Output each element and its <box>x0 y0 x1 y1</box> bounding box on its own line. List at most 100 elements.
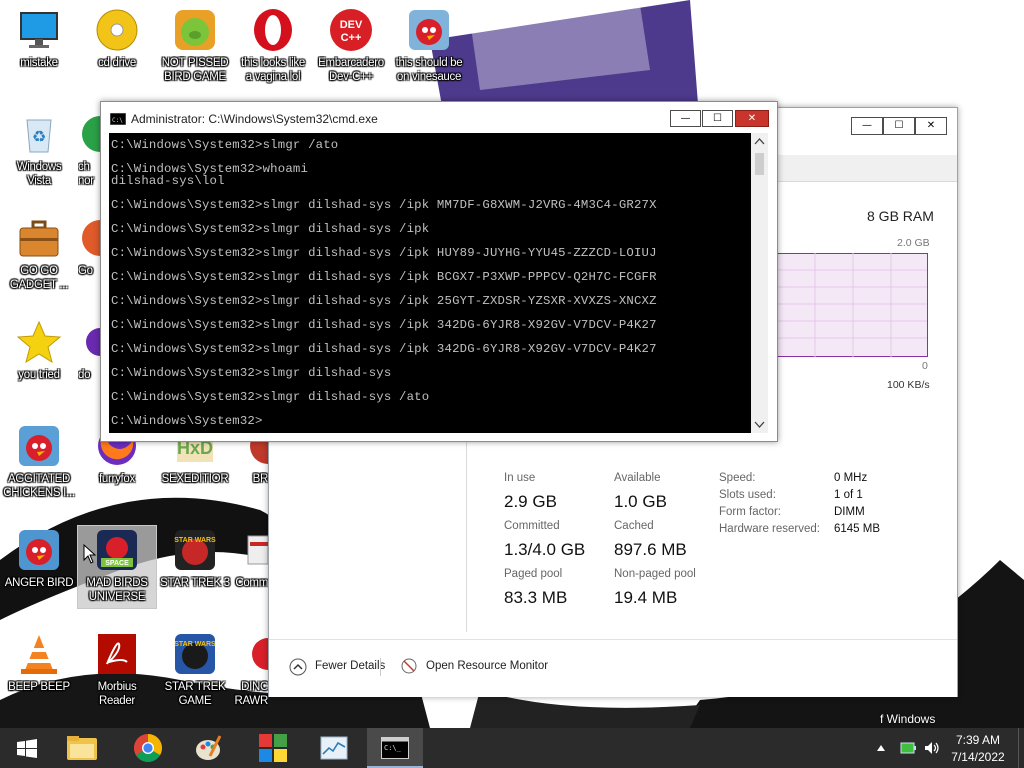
desktop-icon-label: this looks like a vagina lol <box>241 57 305 83</box>
desktop-icon-label: cd drive <box>98 57 136 69</box>
windows-watermark: f Windows <box>880 712 936 726</box>
desktop-icon-star-trek-game[interactable]: STAR WARS STAR TREK GAME <box>156 632 234 708</box>
desktop-icon-devcpp[interactable]: DEV C++ Embarcadero Dev-C++ <box>312 8 390 84</box>
desktop-icon-go-gadget[interactable]: GO GO GADGET ... <box>0 216 78 292</box>
minimize-button[interactable]: — <box>670 110 701 127</box>
console-line: C:\Windows\System32>slmgr dilshad-sys /i… <box>111 294 657 308</box>
desktop-icon-anger-bird[interactable]: ANGER BIRD <box>0 528 78 590</box>
console-line: C:\Windows\System32>slmgr dilshad-sys /a… <box>111 390 430 404</box>
task-manager-footer: Fewer Details Open Resource Monitor <box>269 639 957 697</box>
scroll-up-arrow-icon[interactable] <box>754 137 765 145</box>
show-desktop-button[interactable] <box>1018 728 1024 768</box>
cmd-window[interactable]: C:\ Administrator: C:\Windows\System32\c… <box>100 101 778 442</box>
desktop-icon-label: Comm <box>235 577 268 589</box>
green-pig-icon <box>173 8 217 52</box>
cmd-icon: C:\ <box>110 113 126 125</box>
taskbar: C:\_ 7:39 AM 7/14/2022 <box>0 728 1024 768</box>
desktop-icon-label: ch nor <box>78 161 94 187</box>
desktop-icon-opera[interactable]: this looks like a vagina lol <box>234 8 312 84</box>
svg-text:♻: ♻ <box>32 127 46 146</box>
scroll-down-arrow-icon[interactable] <box>754 421 765 429</box>
desktop-icon-morbius[interactable]: Morbius Reader <box>78 632 156 708</box>
desktop-icon-partial[interactable]: DINC RAWR <box>234 632 284 708</box>
close-button[interactable]: ✕ <box>735 110 769 127</box>
fewer-details-label: Fewer Details <box>315 660 386 672</box>
taskbar-paint[interactable] <box>180 728 236 768</box>
angry-bird-icon <box>407 8 451 52</box>
cached-value: 897.6 MB <box>614 540 687 559</box>
desktop-icon-label: furryfox <box>99 473 135 485</box>
desktop-icon-you-tried[interactable]: you tried <box>0 320 78 382</box>
detail-key: Form factor: <box>719 506 781 518</box>
app-icon <box>78 320 114 364</box>
svg-text:C++: C++ <box>341 32 362 44</box>
desktop-icon-agitated[interactable]: AGGITATED CHICKENS I... <box>0 424 78 500</box>
app-icon <box>78 112 118 156</box>
ram-total: 8 GB RAM <box>867 208 934 224</box>
resource-monitor-icon <box>401 658 417 674</box>
clock-time[interactable]: 7:39 AM <box>943 733 1013 747</box>
svg-text:STAR WARS: STAR WARS <box>174 537 216 544</box>
app-icon <box>234 632 284 676</box>
svg-text:SPACE: SPACE <box>105 560 129 567</box>
desktop-icon-label: this should be on vinesauce <box>395 57 463 83</box>
desktop-icon-label: STAR TREK GAME <box>164 681 226 707</box>
in-use-value: 2.9 GB <box>504 492 557 511</box>
app-icon <box>78 216 118 260</box>
desktop-icon-label: mistake <box>20 57 58 69</box>
desktop-icon-partial[interactable]: do <box>78 320 114 382</box>
available-value: 1.0 GB <box>614 492 667 511</box>
desktop-icon-cd-drive[interactable]: cd drive <box>78 8 156 70</box>
console-line: C:\Windows\System32>slmgr dilshad-sys /i… <box>111 270 657 284</box>
show-hidden-icons-icon[interactable] <box>876 744 886 752</box>
desktop-icon-not-pissed[interactable]: NOT PISSED BIRD GAME <box>156 8 234 84</box>
svg-text:C:\_: C:\_ <box>384 744 402 752</box>
taskbar-windows-flag[interactable] <box>244 728 300 768</box>
detail-value: DIMM <box>834 506 865 518</box>
desktop-icon-mistake[interactable]: mistake <box>0 8 78 70</box>
detail-key: Hardware reserved: <box>719 523 820 535</box>
desktop-icon-label: DINC RAWR <box>234 681 268 707</box>
taskbar-cmd[interactable]: C:\_ <box>367 728 423 768</box>
close-button[interactable]: ✕ <box>915 117 947 135</box>
console-line: C:\Windows\System32>slmgr dilshad-sys /i… <box>111 318 657 332</box>
console-scrollbar[interactable] <box>751 133 768 433</box>
cmd-window-title: Administrator: C:\Windows\System32\cmd.e… <box>131 112 378 126</box>
star-wars-bird-icon: STAR WARS <box>173 528 217 572</box>
recycle-bin-icon: ♻ <box>17 112 61 156</box>
desktop-icon-label: NOT PISSED BIRD GAME <box>161 57 229 83</box>
start-button[interactable] <box>0 728 56 768</box>
maximize-button[interactable]: ☐ <box>883 117 915 135</box>
console-output[interactable]: C:\Windows\System32>slmgr /ato C:\Window… <box>109 133 751 433</box>
desktop-icon-partial[interactable]: Comm <box>234 528 269 590</box>
desktop-icon-vinesauce[interactable]: this should be on vinesauce <box>390 8 468 84</box>
minimize-button[interactable]: — <box>851 117 883 135</box>
battery-icon[interactable] <box>900 741 916 755</box>
desktop-icon-windows-vista[interactable]: ♻ Windows Vista <box>0 112 78 188</box>
desktop-icon-partial[interactable]: ch nor <box>78 112 118 188</box>
taskbar-explorer[interactable] <box>54 728 110 768</box>
in-use-label: In use <box>504 472 536 484</box>
clock-date[interactable]: 7/14/2022 <box>943 750 1013 764</box>
taskbar-task-manager[interactable] <box>306 728 362 768</box>
desktop-icon-label: MAD BIRDS UNIVERSE <box>86 577 148 603</box>
scrollbar-thumb[interactable] <box>755 153 764 175</box>
desktop-icon-label: STAR TREK 3 <box>160 577 230 589</box>
console-line: C:\Windows\System32>slmgr dilshad-sys /i… <box>111 342 657 356</box>
mouse-cursor-icon <box>83 544 97 564</box>
pdf-icon <box>95 632 139 676</box>
volume-icon[interactable] <box>924 741 940 755</box>
desktop-icon-beep-beep[interactable]: BEEP BEEP <box>0 632 78 694</box>
desktop-icon-label: Morbius Reader <box>97 681 137 707</box>
cd-icon <box>95 8 139 52</box>
taskbar-chrome[interactable] <box>120 728 176 768</box>
angry-bird-icon <box>17 424 61 468</box>
maximize-button[interactable]: ☐ <box>702 110 733 127</box>
desktop-icon-label: you tried <box>18 369 60 381</box>
desktop-icon-partial[interactable]: Go <box>78 216 118 278</box>
paint-icon <box>196 735 222 760</box>
desktop-icon-star-trek-3[interactable]: STAR WARS STAR TREK 3 <box>156 528 234 590</box>
committed-value: 1.3/4.0 GB <box>504 540 586 559</box>
desktop-icon-mad-birds[interactable]: SPACE MAD BIRDS UNIVERSE <box>77 525 157 609</box>
devcpp-icon: DEV C++ <box>329 8 373 52</box>
